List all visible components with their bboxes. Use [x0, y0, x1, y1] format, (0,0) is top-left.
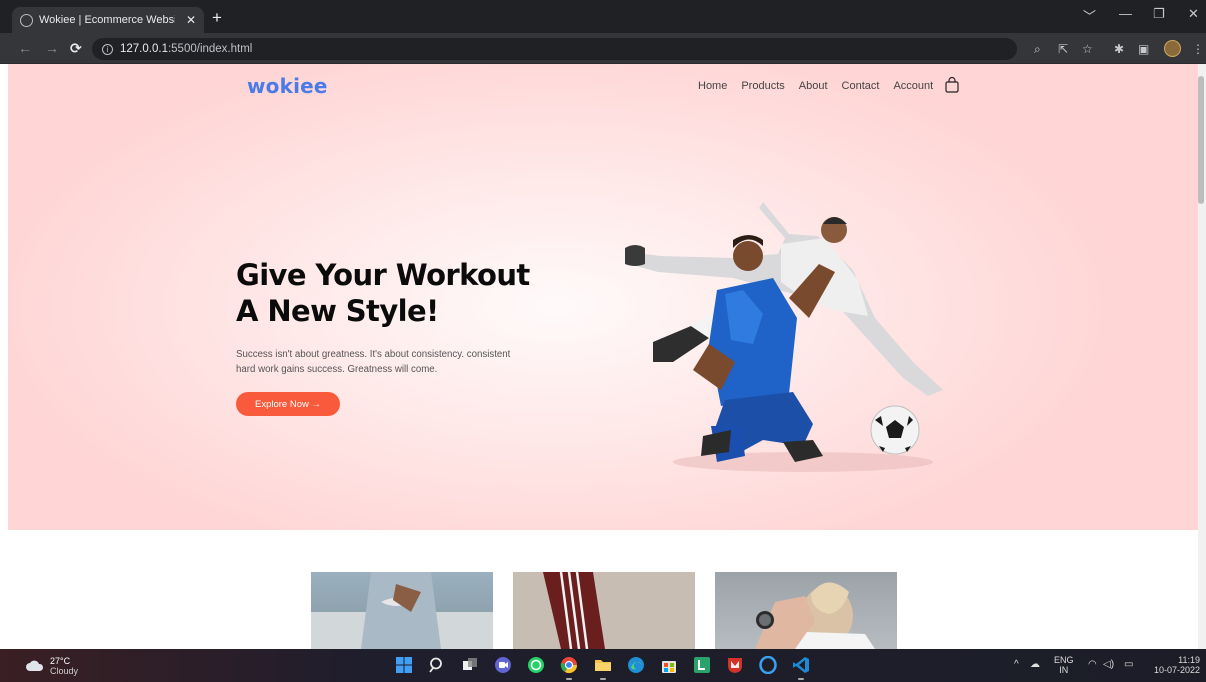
page-scrollbar[interactable]: [1198, 64, 1206, 649]
browser-tab[interactable]: Wokiee | Ecommerce Website de ✕: [12, 7, 204, 33]
info-icon[interactable]: i: [102, 43, 113, 55]
url-text: 127.0.0.1:5500/index.html: [120, 43, 253, 55]
system-clock[interactable]: 11:19 10-07-2022: [1150, 655, 1200, 675]
main-nav: Home Products About Contact Account: [698, 80, 933, 92]
nav-contact[interactable]: Contact: [842, 80, 880, 92]
wifi-icon[interactable]: ◠: [1088, 659, 1097, 670]
whatsapp-icon[interactable]: [527, 656, 545, 674]
restore-button[interactable]: ❐: [1153, 6, 1165, 22]
tab-close-button[interactable]: ✕: [186, 13, 196, 27]
address-bar[interactable]: i 127.0.0.1:5500/index.html: [92, 38, 1017, 60]
menu-kebab-icon[interactable]: ⋮: [1192, 42, 1204, 56]
tab-title: Wokiee | Ecommerce Website de: [39, 14, 175, 26]
site-logo[interactable]: wokiee: [247, 74, 328, 98]
tray-chevron-icon[interactable]: ^: [1014, 659, 1019, 670]
tray-cloud-icon[interactable]: ☁: [1030, 659, 1040, 670]
shopping-bag-icon[interactable]: [945, 77, 959, 93]
track-pants-image: [543, 572, 605, 649]
opera-icon[interactable]: [759, 656, 777, 674]
nav-home[interactable]: Home: [698, 80, 727, 92]
windows-taskbar: 27°C Cloudy ^ ☁ ENG IN ◠ ◁) ▭ 11:19 10-0…: [0, 649, 1206, 682]
page-viewport: wokiee Home Products About Contact Accou…: [8, 64, 1198, 649]
globe-icon: [20, 13, 33, 27]
scrollbar-thumb[interactable]: [1198, 76, 1204, 204]
vscode-icon[interactable]: [792, 656, 810, 674]
hero-headline: Give Your Workout A New Style!: [236, 257, 530, 329]
explorer-active-indicator: [600, 678, 606, 680]
nav-account[interactable]: Account: [893, 80, 933, 92]
profile-avatar[interactable]: [1164, 40, 1181, 57]
forward-icon[interactable]: →: [45, 40, 59, 56]
screen: Wokiee | Ecommerce Website de ✕ + ﹀ — ❐ …: [0, 0, 1206, 682]
jeans-image: [311, 572, 493, 649]
cloud-icon: [26, 660, 44, 671]
weather-condition: Cloudy: [50, 666, 79, 676]
store-icon[interactable]: [660, 656, 678, 674]
chrome-active-indicator: [566, 678, 572, 680]
file-explorer-icon[interactable]: [594, 656, 612, 674]
hero-footballers-image: [625, 202, 943, 472]
teams-chat-icon[interactable]: [494, 656, 512, 674]
back-icon[interactable]: ←: [18, 40, 32, 56]
battery-icon[interactable]: ▭: [1124, 659, 1133, 670]
edge-icon[interactable]: [627, 656, 645, 674]
explore-now-button[interactable]: Explore Now →: [236, 392, 340, 416]
bookmark-star-icon[interactable]: ☆: [1082, 42, 1093, 56]
language-indicator[interactable]: ENG IN: [1054, 655, 1074, 675]
windows-start-icon[interactable]: [395, 656, 413, 674]
task-view-icon[interactable]: [461, 656, 479, 674]
product-thumbnail-track-pants[interactable]: [513, 572, 695, 649]
browser-toolbar: ← → ⟳ i 127.0.0.1:5500/index.html ⌕ ⇱ ☆ …: [0, 33, 1206, 64]
lucid-app-icon[interactable]: [693, 656, 711, 674]
hero-subtext: Success isn't about greatness. It's abou…: [236, 349, 511, 375]
close-window-button[interactable]: ✕: [1188, 6, 1199, 22]
share-icon[interactable]: ⇱: [1058, 42, 1068, 56]
woman-smartwatch-image: [755, 582, 875, 649]
chrome-icon[interactable]: [560, 656, 578, 674]
search-icon[interactable]: [428, 656, 446, 674]
zoom-icon[interactable]: ⌕: [1034, 42, 1041, 57]
weather-widget[interactable]: 27°C Cloudy: [26, 656, 78, 676]
extensions-icon[interactable]: ✱: [1114, 42, 1124, 56]
product-thumbnail-jeans[interactable]: [311, 572, 493, 649]
hero-section: wokiee Home Products About Contact Accou…: [8, 64, 1198, 530]
side-panel-icon[interactable]: ▣: [1138, 42, 1149, 56]
nav-products[interactable]: Products: [741, 80, 784, 92]
weather-temp: 27°C: [50, 656, 71, 666]
volume-icon[interactable]: ◁): [1103, 659, 1114, 670]
minimize-button[interactable]: —: [1119, 6, 1132, 21]
reload-icon[interactable]: ⟳: [70, 40, 82, 57]
product-thumbnail-smartwatch[interactable]: [715, 572, 897, 649]
browser-tab-bar: Wokiee | Ecommerce Website de ✕ + ﹀ — ❐ …: [0, 0, 1206, 33]
tab-search-icon[interactable]: ﹀: [1083, 6, 1096, 25]
vscode-active-indicator: [798, 678, 804, 680]
new-tab-button[interactable]: +: [212, 9, 222, 26]
mcafee-icon[interactable]: [726, 656, 744, 674]
nav-about[interactable]: About: [799, 80, 828, 92]
headline-line-1: Give Your Workout: [236, 258, 530, 292]
headline-line-2: A New Style!: [236, 294, 439, 328]
